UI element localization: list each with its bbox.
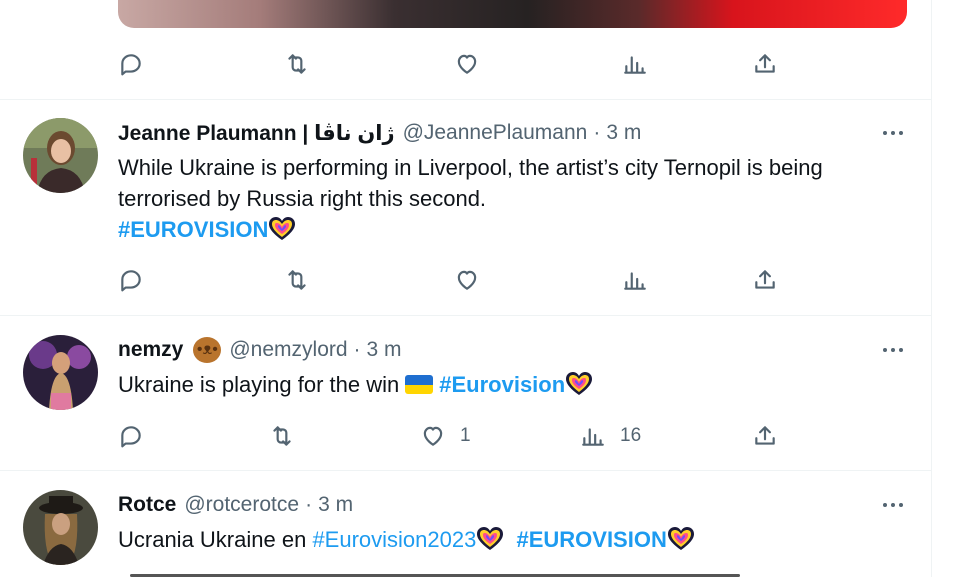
reply-button[interactable] xyxy=(118,419,144,453)
like-button[interactable] xyxy=(454,263,480,297)
tweet-time[interactable]: 3 m xyxy=(367,338,402,362)
avatar[interactable] xyxy=(23,490,98,565)
tweet-time[interactable]: 3 m xyxy=(318,493,353,517)
eurovision-heart-icon xyxy=(269,217,296,240)
separator-dot: · xyxy=(593,121,601,144)
hashtag-link[interactable]: #EUROVISION xyxy=(118,217,268,242)
eurovision-heart-icon xyxy=(477,527,504,550)
tweet-text-line: Ukraine is playing for the win xyxy=(118,372,400,397)
heart-icon xyxy=(423,426,443,446)
view-count: 16 xyxy=(620,425,642,446)
views-icon xyxy=(624,56,646,74)
reply-icon xyxy=(121,426,141,448)
like-button[interactable]: 1 xyxy=(420,419,471,453)
user-handle[interactable]: @rotcerotce xyxy=(184,493,299,517)
share-icon xyxy=(755,54,775,73)
reply-icon xyxy=(121,270,141,292)
views-icon xyxy=(582,428,604,446)
views-button[interactable]: 16 xyxy=(580,419,641,453)
avatar[interactable] xyxy=(23,118,98,193)
heart-icon xyxy=(457,270,477,290)
right-gutter xyxy=(933,0,975,577)
eurovision-heart-icon xyxy=(667,527,694,550)
share-button[interactable] xyxy=(752,419,778,453)
like-count: 1 xyxy=(460,425,471,446)
tweet-header: nemzy •ᴥ• @nemzylord · 3 m xyxy=(118,335,402,365)
share-icon xyxy=(755,270,775,289)
tweet-text: Ukraine is playing for the win #Eurovisio… xyxy=(118,369,908,400)
eurovision-heart-icon xyxy=(566,372,593,395)
user-handle[interactable]: @JeannePlaumann xyxy=(403,121,588,145)
retweet-icon xyxy=(288,54,306,74)
hashtag-link[interactable]: #Eurovision xyxy=(439,372,565,397)
tweet-header: Rotce @rotcerotce · 3 m xyxy=(118,490,353,520)
display-name[interactable]: Jeanne Plaumann | ژان ناڤا xyxy=(118,121,395,146)
tweet-actions-bar: 1 16 xyxy=(118,419,778,453)
views-icon xyxy=(624,272,646,290)
share-button[interactable] xyxy=(752,263,778,297)
hashtag-link[interactable]: #EUROVISION xyxy=(516,527,666,552)
retweet-button[interactable] xyxy=(284,47,310,81)
share-button[interactable] xyxy=(752,47,778,81)
views-button[interactable] xyxy=(622,47,648,81)
retweet-icon xyxy=(288,270,306,290)
tweet-rotce[interactable]: Rotce @rotcerotce · 3 m Ucrania Ukraine … xyxy=(0,471,932,577)
more-icon[interactable] xyxy=(878,490,908,520)
more-icon[interactable] xyxy=(878,118,908,148)
reply-icon xyxy=(121,54,141,76)
hedgehog-emoji-icon: •ᴥ• xyxy=(193,337,222,363)
retweet-icon xyxy=(273,426,291,446)
tweet-text-line: Ucrania Ukraine en xyxy=(118,527,307,552)
ukraine-flag-icon xyxy=(405,375,434,394)
like-button[interactable] xyxy=(454,47,480,81)
tweet-actions-bar xyxy=(118,263,778,297)
tweet-actions-bar xyxy=(118,47,778,81)
tweet-jeanne[interactable]: Jeanne Plaumann | ژان ناڤا @JeannePlauma… xyxy=(0,100,932,315)
reply-button[interactable] xyxy=(118,263,144,297)
heart-icon xyxy=(457,54,477,74)
tweet-text: Ucrania Ukraine en #Eurovision2023 #EURO… xyxy=(118,524,908,555)
user-handle[interactable]: @nemzylord xyxy=(229,338,347,362)
tweet-text-line: terrorised by Russia right this second. xyxy=(118,186,487,211)
timeline-feed: Jeanne Plaumann | ژان ناڤا @JeannePlauma… xyxy=(0,0,932,577)
tweet-media-image[interactable] xyxy=(118,0,907,28)
tweet-nemzy[interactable]: nemzy •ᴥ• @nemzylord · 3 m Ukraine is pl… xyxy=(0,316,932,470)
tweet-header: Jeanne Plaumann | ژان ناڤا @JeannePlauma… xyxy=(118,118,641,148)
retweet-button[interactable] xyxy=(284,263,310,297)
retweet-button[interactable] xyxy=(269,419,295,453)
tweet-time[interactable]: 3 m xyxy=(606,121,641,145)
tweet-text-line: While Ukraine is performing in Liverpool… xyxy=(118,155,823,180)
display-name[interactable]: Rotce xyxy=(118,493,176,517)
share-icon xyxy=(755,426,775,445)
separator-dot: · xyxy=(353,338,361,361)
avatar[interactable] xyxy=(23,335,98,410)
display-name[interactable]: nemzy xyxy=(118,338,183,362)
more-icon[interactable] xyxy=(878,335,908,365)
reply-button[interactable] xyxy=(118,47,144,81)
separator-dot: · xyxy=(305,493,313,516)
hashtag-link[interactable]: #Eurovision2023 xyxy=(312,527,476,552)
views-button[interactable] xyxy=(622,263,648,297)
tweet-text: While Ukraine is performing in Liverpool… xyxy=(118,152,908,245)
